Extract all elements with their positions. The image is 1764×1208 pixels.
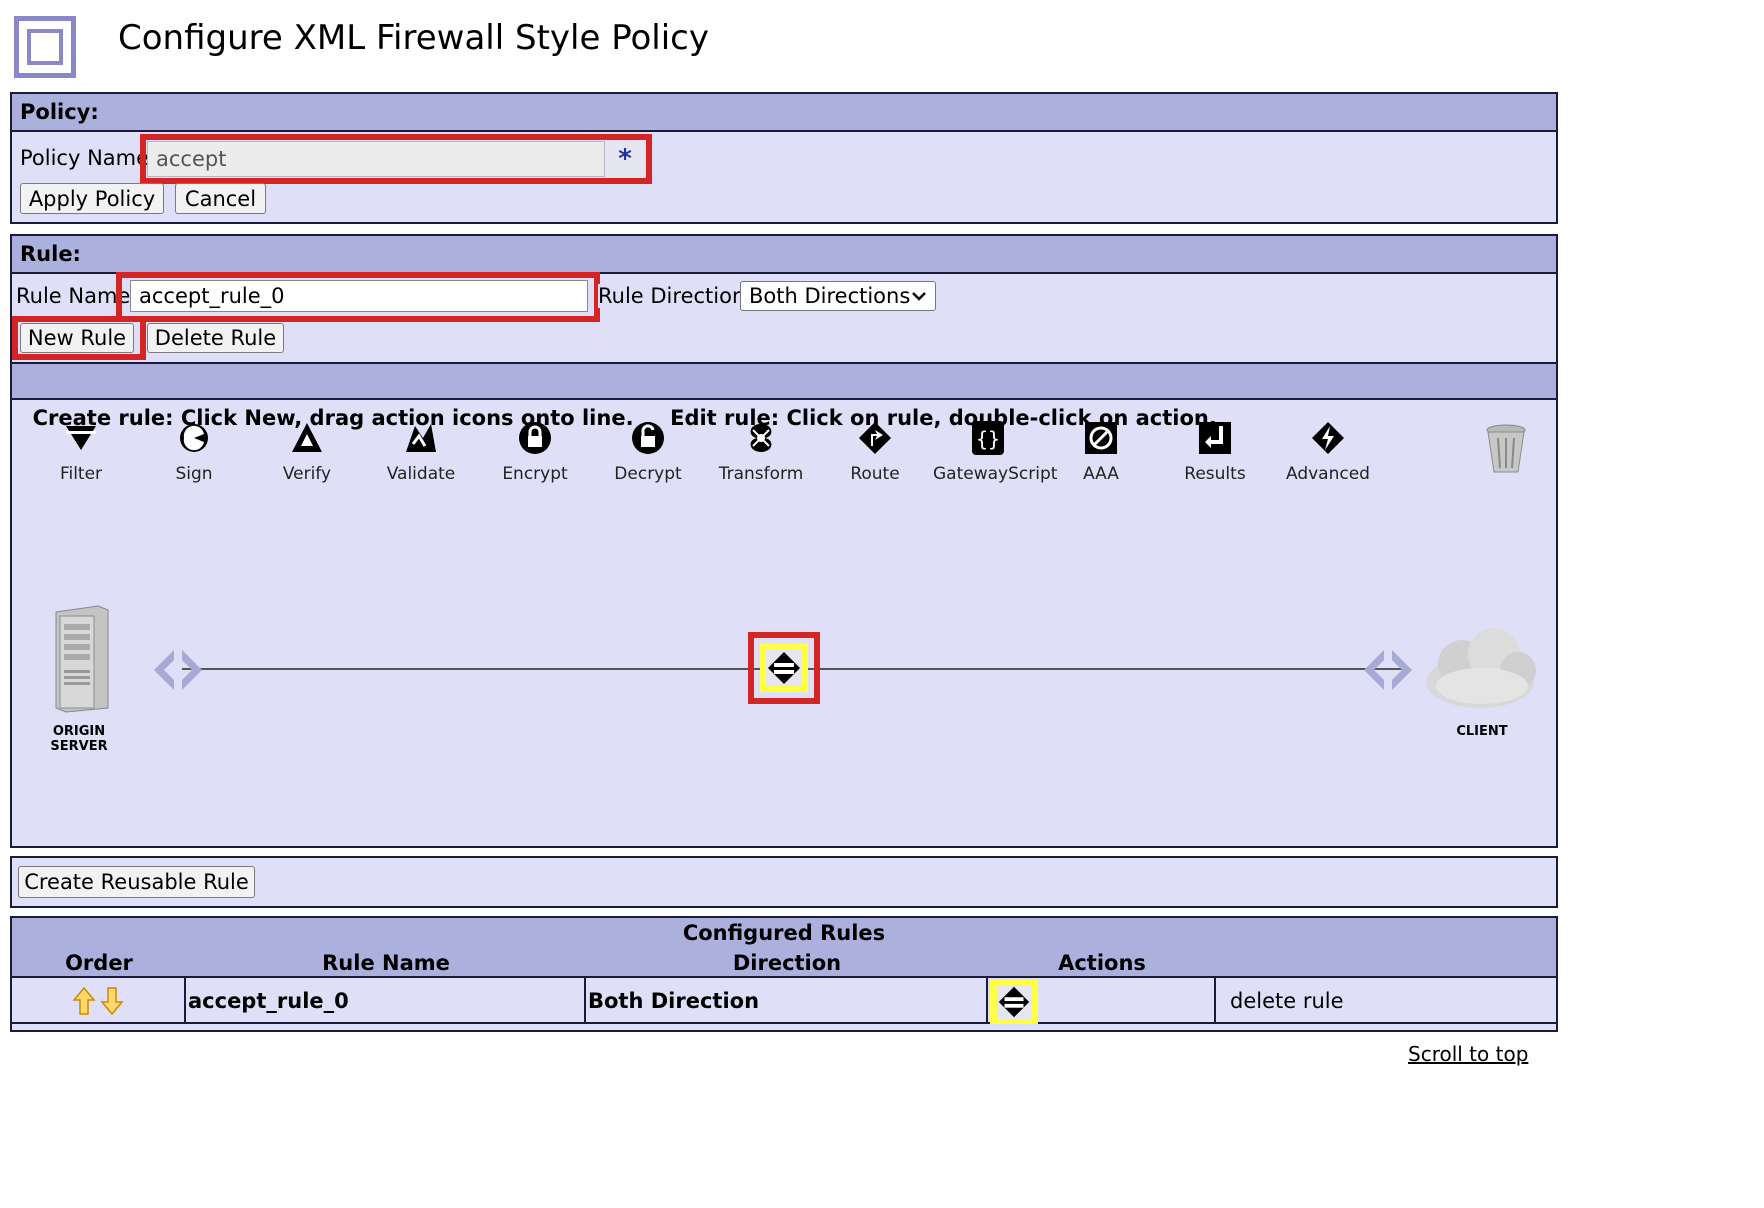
origin-server-icon [55, 605, 109, 713]
aaa-icon [1085, 422, 1117, 454]
move-down-icon[interactable] [100, 986, 124, 1016]
transform-icon [750, 424, 772, 452]
column-divider [1214, 978, 1216, 1024]
tool-verify[interactable]: Verify [252, 418, 362, 484]
move-up-icon[interactable] [72, 986, 96, 1016]
route-icon [859, 422, 891, 454]
cancel-button[interactable]: Cancel [175, 183, 266, 214]
client-label: CLIENT [1456, 724, 1508, 739]
row-match-action[interactable] [990, 980, 1038, 1024]
tool-gatewayscript[interactable]: {} GatewayScript [933, 418, 1058, 484]
col-order: Order [65, 951, 133, 975]
policy-name-input[interactable]: accept [147, 141, 605, 177]
tool-label: Route [850, 464, 900, 484]
row-rule-name[interactable]: accept_rule_0 [188, 978, 349, 1024]
left-direction-arrows-icon [154, 650, 202, 690]
row-direction: Both Direction [588, 989, 760, 1013]
rule-section-header: Rule: [12, 236, 1556, 274]
col-direction: Direction [732, 951, 842, 975]
match-icon [766, 650, 802, 686]
column-divider [184, 978, 186, 1024]
advanced-icon [1312, 422, 1344, 454]
tool-sign[interactable]: Sign [139, 418, 249, 484]
apply-policy-button[interactable]: Apply Policy [20, 183, 164, 214]
col-actions: Actions [1058, 951, 1146, 975]
tool-results[interactable]: Results [1160, 418, 1270, 484]
match-action-node[interactable] [760, 644, 808, 692]
rule-direction-label: Rule Direction: [598, 284, 753, 308]
sign-icon [180, 424, 208, 452]
tool-label: AAA [1083, 464, 1119, 484]
verify-icon [292, 423, 322, 452]
tool-label: Validate [386, 464, 456, 484]
origin-server-label: ORIGIN SERVER [38, 724, 120, 754]
app-logo [14, 16, 76, 78]
rule-name-input[interactable]: accept_rule_0 [130, 280, 588, 312]
delete-rule-button[interactable]: Delete Rule [147, 323, 284, 353]
column-divider [584, 978, 586, 1024]
tool-label: Encrypt [502, 464, 568, 484]
tool-label: Sign [175, 464, 213, 484]
required-indicator: * [605, 141, 645, 177]
tool-encrypt[interactable]: Encrypt [480, 418, 590, 484]
tool-label: Results [1184, 464, 1246, 484]
column-divider [986, 978, 988, 1024]
origin-label-line-2: SERVER [50, 739, 108, 754]
match-icon [996, 984, 1032, 1020]
page-title: Configure XML Firewall Style Policy [118, 18, 709, 58]
instructions-bar: Create rule: Click New, drag action icon… [12, 362, 1556, 430]
validate-icon [406, 424, 436, 452]
trash-icon[interactable] [1484, 422, 1528, 476]
chevron-down-icon [912, 292, 926, 301]
scroll-to-top-link[interactable]: Scroll to top [1408, 1042, 1528, 1066]
tool-decrypt[interactable]: Decrypt [593, 418, 703, 484]
gatewayscript-icon: {} [972, 421, 1004, 455]
policy-name-label: Policy Name [20, 146, 150, 170]
tool-label: Advanced [1286, 464, 1370, 484]
configured-rules-title: Configured Rules [12, 918, 1556, 948]
tool-validate[interactable]: Validate [366, 418, 476, 484]
rule-direction-value: Both Directions [749, 284, 911, 308]
col-rule-name: Rule Name [322, 951, 450, 975]
tool-label: Decrypt [614, 464, 682, 484]
encrypt-icon [519, 422, 551, 454]
tool-advanced[interactable]: Advanced [1273, 418, 1383, 484]
tool-label: Verify [282, 464, 332, 484]
rule-direction-select[interactable]: Both Directions [740, 281, 936, 311]
results-icon [1199, 422, 1231, 454]
policy-section-header: Policy: [12, 94, 1556, 132]
create-reusable-rule-button[interactable]: Create Reusable Rule [18, 866, 255, 898]
logo-ring [27, 29, 63, 65]
decrypt-icon [632, 422, 664, 454]
tool-label: Filter [59, 464, 103, 484]
delete-rule-link[interactable]: delete rule [1230, 978, 1344, 1024]
tool-route[interactable]: Route [820, 418, 930, 484]
client-cloud-icon [1426, 628, 1536, 708]
svg-text:{}: {} [976, 427, 1000, 451]
right-direction-arrows-icon [1364, 650, 1412, 690]
new-rule-button[interactable]: New Rule [20, 323, 134, 353]
tool-aaa[interactable]: AAA [1046, 418, 1156, 484]
origin-label-line-1: ORIGIN [52, 724, 106, 739]
tool-label: GatewayScript [933, 464, 1058, 484]
tool-transform[interactable]: Transform [706, 418, 816, 484]
tool-filter[interactable]: Filter [26, 418, 136, 484]
filter-icon [66, 426, 96, 450]
tool-label: Transform [718, 464, 804, 484]
